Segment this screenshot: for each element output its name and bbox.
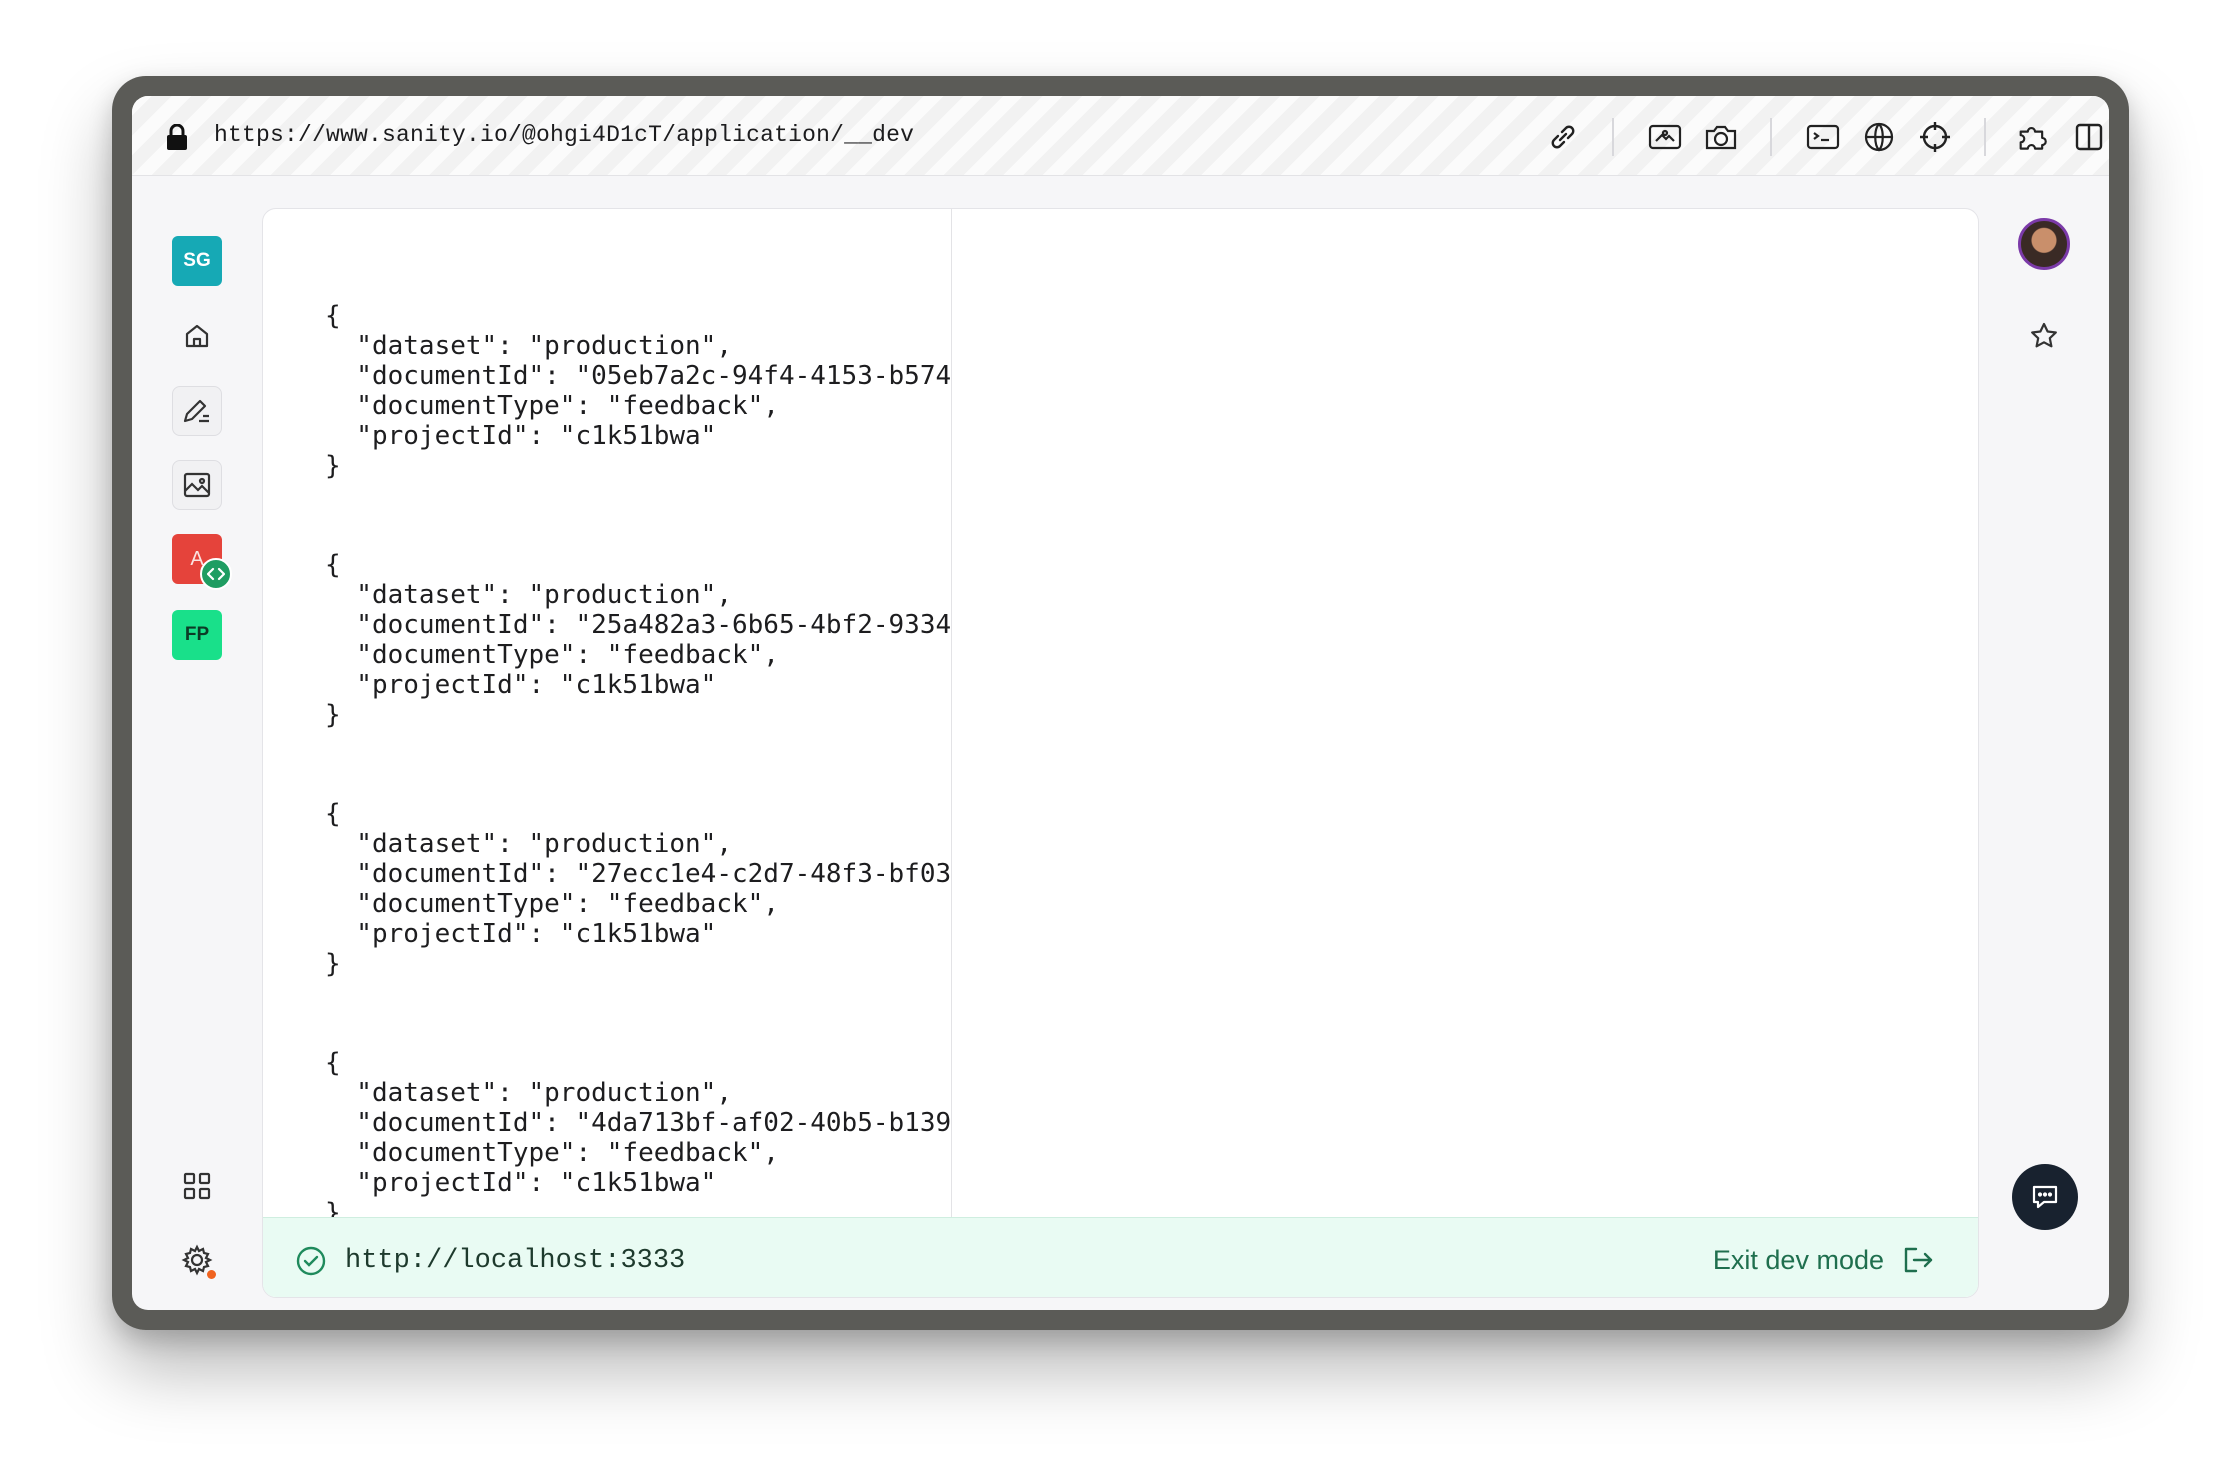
screenshot-frame-icon[interactable] — [1648, 120, 1682, 154]
device-frame: https://www.sanity.io/@ohgi4D1cT/applica… — [112, 76, 2129, 1330]
document-json: { "dataset": "production", "documentId":… — [325, 1048, 952, 1217]
media-icon[interactable] — [172, 460, 222, 510]
check-circle-icon — [296, 1246, 326, 1276]
user-avatar[interactable] — [2018, 218, 2070, 270]
crosshair-icon[interactable] — [1918, 120, 1952, 154]
chat-button[interactable] — [2012, 1164, 2078, 1230]
document-json: { "dataset": "production", "documentId":… — [325, 550, 952, 730]
star-icon[interactable] — [2019, 311, 2069, 361]
lock-icon — [167, 124, 187, 150]
notification-dot — [207, 1270, 216, 1279]
workspace-badge[interactable]: SG — [172, 236, 222, 286]
settings-gear-icon[interactable] — [172, 1235, 222, 1285]
dev-server-url: http://localhost:3333 — [345, 1246, 686, 1276]
exit-dev-mode-button[interactable]: Exit dev mode — [1713, 1240, 1934, 1280]
dev-code-icon — [200, 558, 232, 590]
apps-grid-icon[interactable] — [172, 1161, 222, 1211]
camera-icon[interactable] — [1704, 120, 1738, 154]
browser-toolbar: https://www.sanity.io/@ohgi4D1cT/applica… — [132, 96, 2109, 176]
dev-mode-bar: http://localhost:3333 Exit dev mode — [263, 1217, 1978, 1297]
compose-icon[interactable] — [172, 386, 222, 436]
exit-icon — [1904, 1247, 1933, 1273]
exit-dev-mode-label: Exit dev mode — [1712, 1244, 1884, 1275]
content-panel: { "dataset": "production", "documentId":… — [262, 208, 1979, 1298]
screen: https://www.sanity.io/@ohgi4D1cT/applica… — [132, 96, 2109, 1310]
home-icon[interactable] — [172, 311, 222, 361]
document-json: { "dataset": "production", "documentId":… — [325, 799, 952, 979]
split-view-icon[interactable] — [2072, 120, 2106, 154]
extension-puzzle-icon[interactable] — [2018, 120, 2052, 154]
link-icon[interactable] — [1546, 120, 1580, 154]
terminal-icon[interactable] — [1806, 120, 1840, 154]
document-list-pane[interactable]: { "dataset": "production", "documentId":… — [263, 209, 952, 1217]
app-badge-fp[interactable]: FP — [172, 610, 222, 660]
address-bar[interactable]: https://www.sanity.io/@ohgi4D1cT/applica… — [214, 122, 914, 148]
document-json: { "dataset": "production", "documentId":… — [325, 301, 952, 481]
globe-icon[interactable] — [1862, 120, 1896, 154]
chat-bubble-icon — [2032, 1185, 2058, 1209]
app-badge-a[interactable]: A — [172, 534, 232, 590]
